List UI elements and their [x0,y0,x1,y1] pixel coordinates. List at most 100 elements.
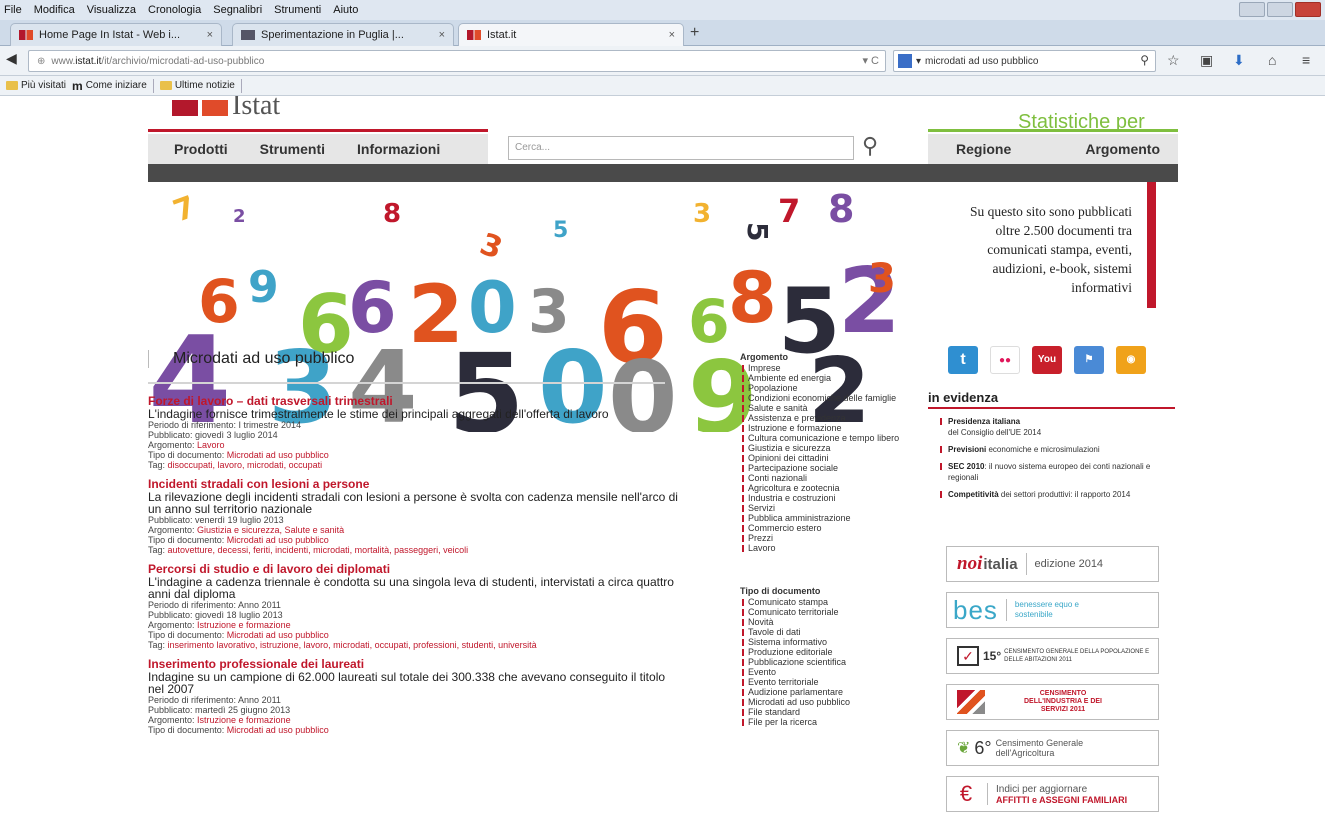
facet-item[interactable]: Evento territoriale [740,677,915,687]
tab-close-icon[interactable]: × [439,29,445,41]
facet-item[interactable]: Comunicato territoriale [740,607,915,617]
facet-item[interactable]: Condizioni economiche delle famiglie [740,393,915,403]
facet-item[interactable]: Novità [740,617,915,627]
evidenza-item-bold: Competitività [948,490,999,499]
facet-item[interactable]: Tavole di dati [740,627,915,637]
facet-item[interactable]: Prezzi [740,533,915,543]
meta-link[interactable]: Microdati ad uso pubblico [227,725,329,735]
menu-icon[interactable]: ≡ [1302,52,1310,68]
facet-item[interactable]: Agricoltura e zootecnia [740,483,915,493]
menu-file[interactable]: File [4,4,22,16]
clipboard-icon[interactable]: ▣ [1200,52,1213,69]
nav-argomento[interactable]: Argomento [1085,141,1160,157]
meta-link[interactable]: inserimento lavorativo, istruzione, lavo… [168,640,537,650]
flickr-icon[interactable]: ●● [990,346,1020,374]
menu-visualizza[interactable]: Visualizza [87,4,136,16]
maximize-button[interactable] [1267,2,1293,17]
facet-item[interactable]: Giustizia e sicurezza [740,443,915,453]
nav-regione[interactable]: Regione [956,141,1011,157]
back-arrow-icon[interactable]: ◀ [6,50,17,67]
promo-indici-affitti[interactable]: € Indici per aggiornare AFFITTI e ASSEGN… [946,776,1159,812]
meta-link[interactable]: Microdati ad uso pubblico [227,630,329,640]
meta-link[interactable]: Istruzione e formazione [197,715,291,725]
menu-modifica[interactable]: Modifica [34,4,75,16]
home-icon[interactable]: ⌂ [1268,52,1276,68]
tab-close-icon[interactable]: × [669,29,675,41]
menu-cronologia[interactable]: Cronologia [148,4,201,16]
facet-item[interactable]: Produzione editoriale [740,647,915,657]
meta-link[interactable]: Microdati ad uso pubblico [227,450,329,460]
tab-sperimentazione[interactable]: Sperimentazione in Puglia |... × [232,23,454,46]
bookmark-come-iniziare[interactable]: m Come iniziare [72,79,147,93]
istat-logo[interactable]: Istat [172,96,280,120]
facet-item[interactable]: Salute e sanità [740,403,915,413]
meta-link[interactable]: autovetture, decessi, feriti, incidenti,… [168,545,469,555]
promo-noi-italia[interactable]: noi italia edizione 2014 [946,546,1159,582]
bookmark-ultime-notizie[interactable]: Ultime notizie [159,80,235,91]
evidenza-item[interactable]: Previsioni economiche e microsimulazioni [938,444,1170,455]
address-bar[interactable]: ⊕ www. istat.it/it/archivio/microdati-ad-… [28,50,886,72]
facet-item[interactable]: Ambiente ed energia [740,373,915,383]
facet-item[interactable]: Evento [740,667,915,677]
facet-item[interactable]: Microdati ad uso pubblico [740,697,915,707]
nav-strumenti[interactable]: Strumenti [260,141,325,157]
facet-item[interactable]: Industria e costruzioni [740,493,915,503]
site-search-input[interactable]: Cerca... [508,136,854,160]
facet-item[interactable]: Imprese [740,363,915,373]
browser-search-bar[interactable]: ▾ microdati ad uso pubblico ⚲ [893,50,1156,72]
evidenza-item[interactable]: Presidenza italiana del Consiglio dell'UE… [938,416,1170,438]
promo-censimento-industria[interactable]: CENSIMENTO DELL'INDUSTRIA E DEI SERVIZI … [946,684,1159,720]
new-tab-button[interactable]: + [690,24,699,42]
facet-item[interactable]: Opinioni dei cittadini [740,453,915,463]
tab-istat-active[interactable]: Istat.it × [458,23,684,46]
facet-item[interactable]: Cultura comunicazione e tempo libero [740,433,915,443]
nav-informazioni[interactable]: Informazioni [357,141,440,157]
facet-item[interactable]: Pubblica amministrazione [740,513,915,523]
facet-item[interactable]: Audizione parlamentare [740,687,915,697]
nav-prodotti[interactable]: Prodotti [174,141,228,157]
tab-close-icon[interactable]: × [207,29,213,41]
facet-item[interactable]: Assistenza e previdenza [740,413,915,423]
promo-censimento-popolazione[interactable]: ✓ 15° CENSIMENTO GENERALE DELLA POPOLAZI… [946,638,1159,674]
menu-segnalibri[interactable]: Segnalibri [213,4,262,16]
facet-item[interactable]: Popolazione [740,383,915,393]
meta-link[interactable]: disoccupati, lavoro, microdati, occupati [168,460,323,470]
facet-item[interactable]: Comunicato stampa [740,597,915,607]
facet-item[interactable]: Sistema informativo [740,637,915,647]
meta-link[interactable]: Microdati ad uso pubblico [227,535,329,545]
evidenza-item[interactable]: SEC 2010: il nuovo sistema europeo dei c… [938,461,1170,483]
meta-link[interactable]: Istruzione e formazione [197,620,291,630]
meta-link[interactable]: Giustizia e sicurezza, Salute e sanità [197,525,344,535]
reload-icon[interactable]: ▾ C [862,54,879,67]
facet-item[interactable]: File per la ricerca [740,717,915,727]
promo-censimento-agricoltura[interactable]: ❦ 6° Censimento Generale dell'Agricoltur… [946,730,1159,766]
search-icon[interactable]: ⚲ [862,133,878,159]
bookmark-star-icon[interactable]: ☆ [1167,52,1180,69]
facet-item[interactable]: Partecipazione sociale [740,463,915,473]
menu-strumenti[interactable]: Strumenti [274,4,321,16]
download-icon[interactable]: ⬇ [1233,52,1245,69]
facet-item[interactable]: Pubblicazione scientifica [740,657,915,667]
bookmark-piu-visitati[interactable]: Più visitati [6,80,66,91]
rss-icon[interactable]: ◉ [1116,346,1146,374]
dropdown-arrow-icon[interactable]: ▾ [916,56,921,67]
search-engine-icon[interactable] [898,54,912,68]
youtube-icon[interactable]: You [1032,346,1062,374]
facet-item[interactable]: Istruzione e formazione [740,423,915,433]
meta-link[interactable]: Lavoro [197,440,225,450]
facet-item[interactable]: Commercio estero [740,523,915,533]
facet-item[interactable]: Conti nazionali [740,473,915,483]
search-icon[interactable]: ⚲ [1140,53,1149,67]
facet-item[interactable]: Servizi [740,503,915,513]
facet-item[interactable]: Lavoro [740,543,915,553]
facet-item[interactable]: File standard [740,707,915,717]
community-icon[interactable]: ⚑ [1074,346,1104,374]
url-prefix: www. [51,55,76,67]
menu-aiuto[interactable]: Aiuto [333,4,358,16]
tab-home-istat[interactable]: Home Page In Istat - Web i... × [10,23,222,46]
promo-bes[interactable]: bes benessere equo e sostenibile [946,592,1159,628]
twitter-icon[interactable]: t [948,346,978,374]
minimize-button[interactable] [1239,2,1265,17]
evidenza-item[interactable]: Competitività dei settori produttivi: il… [938,489,1170,500]
close-window-button[interactable] [1295,2,1321,17]
